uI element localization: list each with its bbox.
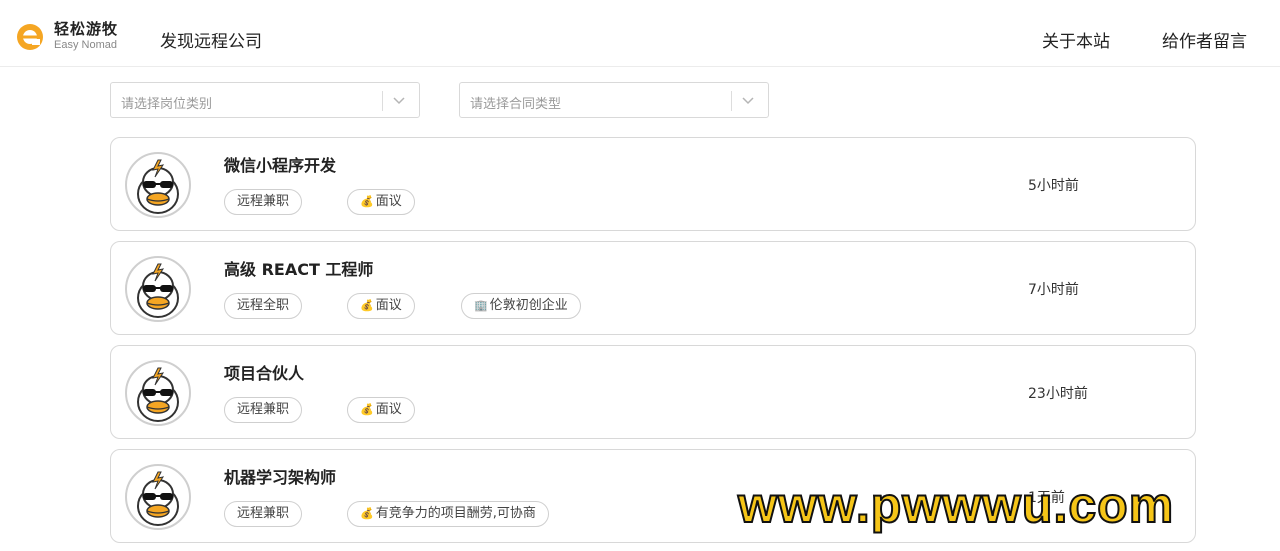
job-tag-label: 面议: [375, 298, 402, 313]
job-category-placeholder: 请选择岗位类别: [121, 97, 213, 112]
job-tag-label: 远程全职: [237, 298, 290, 313]
job-card[interactable]: 项目合伙人远程兼职 💰 面议 23小时前: [110, 345, 1196, 439]
job-tag-label: 远程兼职: [237, 506, 290, 521]
job-title: 微信小程序开发: [224, 156, 337, 175]
money-bag-icon: 💰: [360, 507, 374, 520]
nav-leave-message[interactable]: 给作者留言: [1162, 27, 1247, 52]
watermark-text: www.pwwwu.com: [737, 477, 1175, 533]
logo-title: 轻松游牧: [54, 20, 119, 38]
top-header: 轻松游牧 Easy Nomad 发现远程公司 关于本站 给作者留言: [0, 0, 1280, 67]
select-divider: [382, 91, 383, 111]
money-bag-icon: 💰: [360, 195, 374, 208]
avatar: [125, 464, 191, 530]
money-bag-icon: 💰: [360, 403, 374, 416]
job-tag-label: 面议: [375, 194, 402, 209]
job-card[interactable]: 高级 REACT 工程师远程全职 💰 面议 🏢 伦敦初创企业 7小时前: [110, 241, 1196, 335]
avatar: [125, 152, 191, 218]
posted-time: 23小时前: [1028, 386, 1088, 402]
job-tag: 远程全职: [224, 293, 303, 319]
chevron-down-icon: [393, 97, 405, 105]
money-bag-icon: 💰: [360, 299, 374, 312]
posted-time: 7小时前: [1028, 282, 1079, 298]
job-tag: 远程兼职: [224, 397, 303, 423]
chevron-down-icon: [742, 97, 754, 105]
building-icon: 🏢: [474, 299, 488, 312]
job-tag: 🏢 伦敦初创企业: [461, 293, 581, 319]
avatar: [125, 360, 191, 426]
job-tag: 远程兼职: [224, 189, 303, 215]
job-title: 高级 REACT 工程师: [224, 260, 374, 279]
job-tag: 💰 有竞争力的项目酬劳,可协商: [347, 501, 549, 527]
nav-discover-remote-companies[interactable]: 发现远程公司: [160, 27, 262, 52]
job-tag: 💰 面议: [347, 397, 415, 423]
posted-time: 5小时前: [1028, 178, 1079, 194]
job-tag-label: 有竞争力的项目酬劳,可协商: [375, 506, 536, 521]
job-tag: 💰 面议: [347, 189, 415, 215]
duck-avatar-icon: [137, 263, 179, 318]
contract-type-placeholder: 请选择合同类型: [470, 97, 562, 112]
logo-subtitle: Easy Nomad: [54, 39, 117, 51]
job-tag: 远程兼职: [224, 501, 303, 527]
job-title: 机器学习架构师: [224, 468, 337, 487]
nav-about[interactable]: 关于本站: [1042, 27, 1110, 52]
job-tag: 💰 面议: [347, 293, 415, 319]
select-divider: [731, 91, 732, 111]
job-tag-label: 伦敦初创企业: [489, 298, 568, 313]
logo-e-icon: [17, 23, 43, 50]
contract-type-select[interactable]: 请选择合同类型: [459, 82, 769, 118]
job-tag-label: 面议: [375, 402, 402, 417]
avatar: [125, 256, 191, 322]
logo[interactable]: 轻松游牧 Easy Nomad: [16, 22, 118, 51]
job-tag-label: 远程兼职: [237, 194, 290, 209]
job-tag-label: 远程兼职: [237, 402, 290, 417]
job-category-select[interactable]: 请选择岗位类别: [110, 82, 420, 118]
duck-avatar-icon: [137, 367, 179, 422]
duck-avatar-icon: [137, 471, 179, 526]
job-card[interactable]: 微信小程序开发远程兼职 💰 面议 5小时前: [110, 137, 1196, 231]
duck-avatar-icon: [137, 159, 179, 214]
job-title: 项目合伙人: [224, 364, 305, 383]
